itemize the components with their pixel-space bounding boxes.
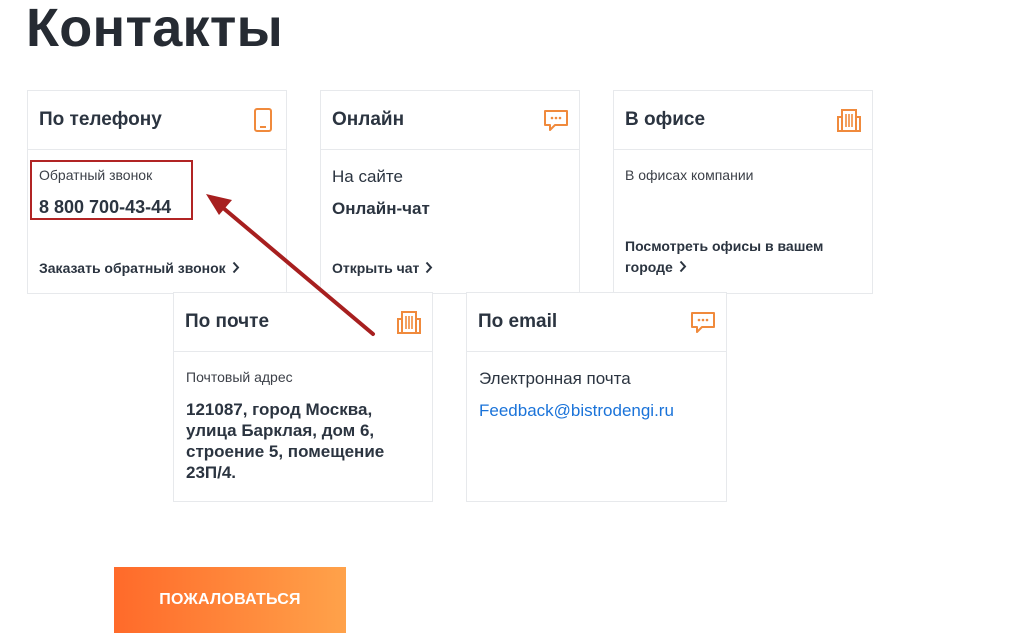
phone-card-header: По телефону: [28, 91, 286, 150]
online-card-title: Онлайн: [332, 109, 405, 130]
highlight-box: [30, 160, 193, 220]
office-card-header: В офисе: [614, 91, 872, 150]
phone-card-title: По телефону: [39, 109, 162, 130]
building-icon: [397, 311, 421, 334]
chat-bubble-icon: [691, 312, 715, 333]
online-chat-value: Онлайн-чат: [332, 199, 430, 218]
online-card: Онлайн На сайте Онлайн-чат Открыть чат: [320, 90, 580, 294]
office-card-title: В офисе: [625, 109, 706, 130]
mail-card: По почте Почтовый адрес 121087, город Мо…: [173, 292, 433, 502]
chevron-right-icon: [426, 261, 433, 274]
chevron-right-icon: [679, 260, 687, 273]
order-callback-label: Заказать обратный звонок: [39, 260, 226, 276]
phone-icon: [254, 108, 272, 132]
email-card: По email Электронная почта Feedback@bist…: [466, 292, 727, 502]
email-card-header: По email: [467, 293, 726, 352]
mail-address-line: улица Барклая, дом 6,: [186, 421, 375, 440]
view-offices-label-line1: Посмотреть офисы в вашем: [625, 238, 824, 254]
chat-bubble-icon: [544, 110, 568, 131]
building-icon: [837, 109, 861, 132]
email-card-title: По email: [478, 311, 558, 332]
chevron-right-icon: [232, 261, 240, 274]
open-chat-label: Открыть чат: [332, 260, 420, 276]
online-site-label: На сайте: [332, 167, 403, 186]
mail-address: 121087, город Москва, улица Барклая, дом…: [186, 399, 384, 483]
order-callback-link[interactable]: Заказать обратный звонок: [39, 258, 240, 279]
mail-address-line: строение 5, помещение: [186, 442, 385, 461]
mail-address-line: 121087, город Москва,: [186, 400, 373, 419]
email-label: Электронная почта: [479, 369, 631, 388]
page-title: Контакты: [26, 0, 284, 58]
office-label: В офисах компании: [625, 167, 754, 183]
mail-address-label: Почтовый адрес: [186, 369, 293, 385]
open-chat-link[interactable]: Открыть чат: [332, 258, 433, 279]
view-offices-label-line2: городе: [625, 259, 673, 275]
view-offices-link[interactable]: Посмотреть офисы в вашем городе: [625, 236, 855, 278]
office-card: В офисе В офисах компании Посмотреть офи…: [613, 90, 873, 294]
mail-card-title: По почте: [185, 311, 270, 332]
complain-button[interactable]: ПОЖАЛОВАТЬСЯ: [114, 567, 346, 633]
email-address-link[interactable]: Feedback@bistrodengi.ru: [479, 401, 674, 421]
mail-card-header: По почте: [174, 293, 432, 352]
online-card-header: Онлайн: [321, 91, 579, 150]
mail-address-line: 23П/4.: [186, 463, 237, 482]
